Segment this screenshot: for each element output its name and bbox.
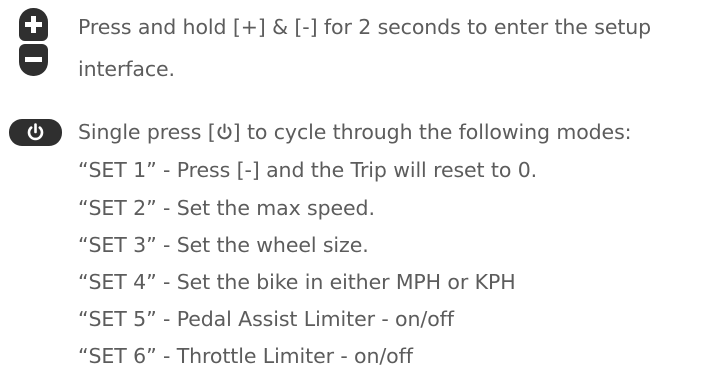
mode-item: “SET 6” - Throttle Limiter - on/off (78, 344, 413, 368)
mode-item: “SET 5” - Pedal Assist Limiter - on/off (78, 307, 454, 331)
power-icon (27, 123, 44, 141)
modes-intro-prefix: Single press [ (78, 120, 216, 144)
mode-item: “SET 4” - Set the bike in either MPH or … (78, 270, 516, 294)
modes-intro: Single press [ ] to cycle through the fo… (78, 118, 632, 146)
power-button-icon (9, 119, 62, 146)
mode-item: “SET 1” - Press [-] and the Trip will re… (78, 158, 538, 182)
plus-icon (25, 16, 42, 33)
minus-button-icon (19, 44, 48, 76)
mode-item: “SET 3” - Set the wheel size. (78, 233, 369, 257)
power-symbol-icon (217, 123, 232, 140)
modes-intro-suffix: ] to cycle through the following modes: (232, 120, 632, 144)
mode-item: “SET 2” - Set the max speed. (78, 196, 375, 220)
setup-instruction-line-2: interface. (78, 57, 175, 81)
minus-icon (25, 57, 42, 62)
plus-button-icon (19, 8, 48, 41)
setup-instruction-line-1: Press and hold [+] & [-] for 2 seconds t… (78, 15, 652, 39)
